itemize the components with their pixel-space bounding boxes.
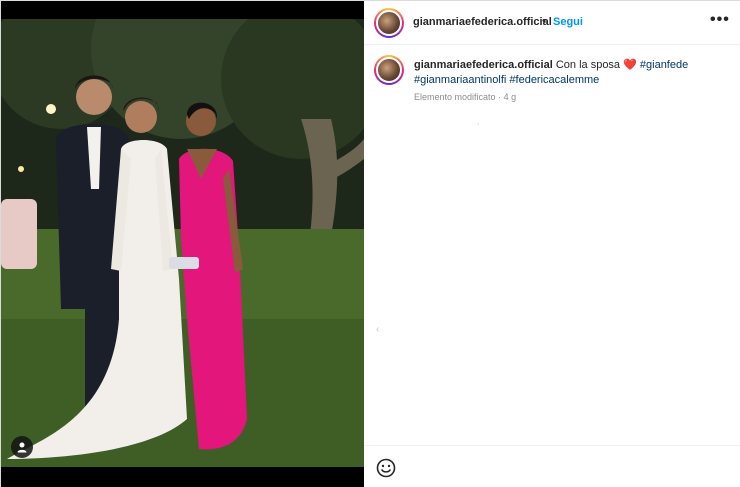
hashtag-link[interactable]: #gianfede (640, 59, 688, 71)
loading-mark: ‹ (376, 324, 380, 335)
caption-username[interactable]: gianmariaefederica.official (414, 59, 553, 71)
caption-meta: Elemento modificato · 4 g (414, 92, 516, 102)
user-tag-icon (17, 442, 27, 453)
caption-avatar[interactable] (374, 55, 404, 85)
post-sidebar: gianmariaefederica.official • Segui ••• … (364, 1, 740, 487)
post-photo (1, 19, 364, 467)
wedding-photo-illustration (1, 19, 364, 467)
meta-separator: · (498, 92, 502, 102)
post-media[interactable] (1, 1, 364, 487)
instagram-post: gianmariaefederica.official • Segui ••• … (0, 0, 740, 487)
author-username[interactable]: gianmariaefederica.official (413, 16, 552, 28)
caption-section: gianmariaefederica.official Con la sposa… (364, 45, 740, 445)
author-avatar[interactable] (374, 8, 404, 38)
hashtag-link[interactable]: #gianmariaantinolfi (414, 74, 506, 86)
caption-text: gianmariaefederica.official Con la sposa… (414, 58, 724, 88)
caption-body: Con la sposa (555, 59, 621, 71)
header-separator: • (542, 15, 546, 27)
tag-people-button[interactable] (11, 436, 33, 458)
heart-emoji: ❤️ (623, 59, 637, 71)
follow-button[interactable]: Segui (553, 16, 583, 28)
emoji-smile-icon[interactable] (376, 458, 396, 478)
loading-mark: , (477, 117, 480, 126)
hashtag-link[interactable]: #federicacalemme (509, 74, 599, 86)
edited-label: Elemento modificato (414, 92, 496, 102)
comment-bar (364, 445, 740, 487)
post-age[interactable]: 4 g (504, 92, 517, 102)
more-options-icon[interactable]: ••• (710, 11, 730, 29)
post-header: gianmariaefederica.official • Segui ••• (364, 1, 740, 45)
